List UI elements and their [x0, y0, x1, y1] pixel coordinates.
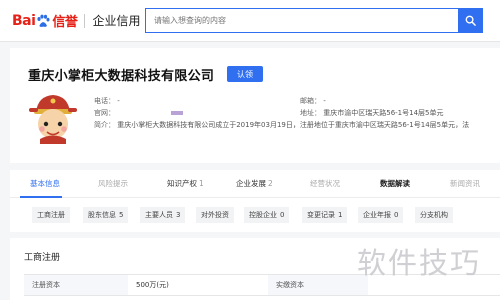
chip-count: 0 — [394, 211, 399, 219]
chip-label: 股东信息 — [88, 211, 116, 219]
search-button[interactable] — [458, 9, 482, 32]
chip-shareholders[interactable]: 股东信息 5 — [83, 207, 129, 223]
tab-development[interactable]: 企业发展 2 — [236, 170, 273, 198]
top-bar: Bai 信誉 企业信用 — [0, 0, 500, 42]
company-card: 重庆小掌柜大数据科技有限公司 认领 电话： - 官网： 邮箱： - 地址： 重庆… — [10, 48, 500, 163]
chip-holdings[interactable]: 控股企业 0 — [244, 207, 290, 223]
tab-count: 2 — [268, 179, 273, 188]
tab-count: 1 — [199, 179, 204, 188]
chip-label: 分支机构 — [420, 211, 448, 219]
tab-label: 企业发展 — [236, 179, 266, 188]
chip-investments[interactable]: 对外投资 — [196, 207, 234, 223]
chip-branches[interactable]: 分支机构 — [415, 207, 453, 223]
phone-value: - — [117, 97, 120, 105]
tab-label: 新闻资讯 — [450, 179, 480, 188]
chip-key-personnel[interactable]: 主要人员 3 — [140, 207, 186, 223]
tab-ip[interactable]: 知识产权 1 — [167, 170, 204, 198]
tab-label: 数据解读 — [380, 179, 410, 188]
logo-divider — [84, 13, 86, 28]
chip-count: 0 — [280, 211, 285, 219]
logo-bai-text: Bai — [12, 12, 36, 29]
chip-label: 对外投资 — [201, 211, 229, 219]
chip-count: 5 — [119, 211, 124, 219]
claim-button[interactable]: 认领 — [227, 66, 263, 82]
address-label: 地址： — [300, 109, 321, 117]
watermark-text: 软件技巧 — [357, 246, 482, 280]
intro-value: 重庆小掌柜大数据科技有限公司成立于2019年03月19日，注册地位于重庆市渝中区… — [117, 121, 470, 129]
chip-registration[interactable]: 工商注册 — [32, 207, 70, 223]
email-value: - — [323, 97, 326, 105]
registered-capital-value: 500万(元) — [136, 281, 169, 289]
paw-icon — [37, 14, 50, 27]
phone-label: 电话： — [94, 97, 115, 105]
chip-label: 工商注册 — [37, 211, 65, 219]
intro-label: 简介： — [94, 121, 115, 129]
registered-capital-label: 注册资本 — [24, 275, 128, 295]
chip-count: 1 — [338, 211, 343, 219]
logo-xinyu-text: 信誉 — [52, 15, 78, 30]
email-label: 邮箱： — [300, 97, 321, 105]
tab-basic-info[interactable]: 基本信息 — [30, 170, 60, 198]
chip-label: 企业年报 — [363, 211, 391, 219]
website-label: 官网： — [94, 109, 115, 117]
intro-row: 简介： 重庆小掌柜大数据科技有限公司成立于2019年03月19日，注册地位于重庆… — [94, 120, 500, 130]
tab-news[interactable]: 新闻资讯 — [450, 170, 480, 198]
chip-label: 主要人员 — [145, 211, 173, 219]
tab-risk[interactable]: 风险提示 — [98, 170, 128, 198]
search-input[interactable] — [146, 9, 459, 32]
chip-annual-reports[interactable]: 企业年报 0 — [358, 207, 404, 223]
logo-subtitle: 企业信用 — [92, 14, 141, 28]
tab-label: 经营状况 — [310, 179, 340, 188]
paid-capital-label: 实缴资本 — [268, 275, 368, 295]
baidu-xinyu-logo[interactable]: Bai 信誉 企业信用 — [12, 11, 141, 31]
tab-data-analysis[interactable]: 数据解读 — [380, 170, 410, 198]
chip-label: 变更记录 — [307, 211, 335, 219]
chip-count: 3 — [176, 211, 181, 219]
main-tabs: 基本信息 风险提示 知识产权 1 企业发展 2 经营状况 数据解读 新闻资讯 — [10, 170, 500, 198]
company-name: 重庆小掌柜大数据科技有限公司 — [28, 69, 215, 84]
chip-label: 控股企业 — [249, 211, 277, 219]
mascot-avatar-icon — [29, 95, 77, 144]
phone-row: 电话： - — [94, 96, 120, 106]
tab-label: 风险提示 — [98, 179, 128, 188]
tab-label: 基本信息 — [30, 179, 60, 188]
section-title: 工商注册 — [24, 253, 61, 263]
website-redacted — [171, 111, 183, 115]
email-row: 邮箱： - — [300, 96, 326, 106]
search-box — [145, 8, 483, 33]
tab-operations[interactable]: 经营状况 — [310, 170, 340, 198]
chip-change-log[interactable]: 变更记录 1 — [302, 207, 348, 223]
address-row: 地址： 重庆市渝中区瑞天路56-1号14层5单元 — [300, 108, 443, 118]
website-row: 官网： — [94, 108, 183, 118]
address-value[interactable]: 重庆市渝中区瑞天路56-1号14层5单元 — [323, 109, 443, 117]
tab-label: 知识产权 — [167, 179, 197, 188]
sub-nav-chips: 工商注册 股东信息 5 主要人员 3 对外投资 控股企业 0 变更记录 1 企业年报 0 … — [10, 198, 500, 232]
search-icon — [465, 15, 476, 26]
